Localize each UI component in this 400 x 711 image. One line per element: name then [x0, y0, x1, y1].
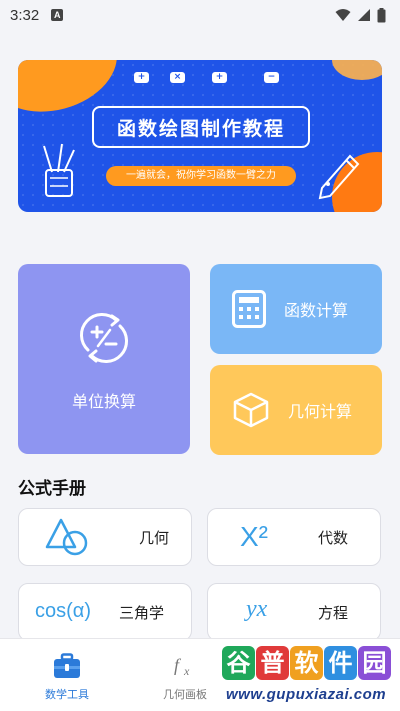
- nav-item-math-tools[interactable]: 数学工具: [22, 639, 112, 711]
- wifi-icon: [335, 9, 351, 21]
- formula-manual-title: 公式手册: [18, 479, 86, 499]
- formula-trigonometry-label: 三角学: [119, 603, 165, 622]
- tutorial-banner[interactable]: + × + − 函数绘图制作教程 一遍就会，祝你学习函数一臂之力: [18, 60, 382, 212]
- pencil-icon: [318, 154, 360, 200]
- site-watermark: 谷 普 软 件 园 www.gupuxiazai.com: [222, 646, 398, 708]
- formula-geometry-card[interactable]: 几何: [18, 508, 192, 566]
- function-calc-label: 函数计算: [284, 301, 349, 320]
- status-bar: 3:32 A: [0, 0, 400, 30]
- watermark-title: 谷 普 软 件 园: [222, 646, 391, 680]
- geometry-calc-card[interactable]: 几何计算: [210, 365, 382, 455]
- status-time: 3:32: [10, 6, 40, 24]
- pencil-cup-icon: [43, 143, 75, 197]
- equation-symbol: yx: [246, 596, 268, 622]
- svg-text:f: f: [174, 655, 182, 675]
- toolbox-icon: [54, 653, 80, 678]
- formula-algebra-label: 代数: [318, 528, 349, 547]
- plus-icon: +: [212, 72, 227, 83]
- watermark-char: 普: [256, 646, 289, 680]
- times-icon: ×: [170, 72, 185, 83]
- notification-badge: A: [51, 9, 64, 21]
- formula-geometry-label: 几何: [139, 528, 170, 547]
- function-fx-icon: f x: [174, 655, 190, 678]
- nav-item-geometry-board[interactable]: f x 几何画板: [140, 639, 230, 711]
- banner-subtitle: 一遍就会，祝你学习函数一臂之力: [106, 166, 296, 186]
- cube-icon: [233, 392, 269, 428]
- formula-algebra-card[interactable]: X² 代数: [207, 508, 381, 566]
- signal-icon: [358, 9, 370, 21]
- unit-conversion-label: 单位换算: [71, 392, 136, 411]
- formula-equation-label: 方程: [318, 603, 349, 622]
- svg-text:x: x: [183, 664, 190, 678]
- plus-icon: +: [134, 72, 149, 83]
- unit-conversion-card[interactable]: 单位换算: [18, 264, 190, 454]
- geometry-calc-label: 几何计算: [288, 402, 353, 421]
- calculator-icon: [232, 290, 266, 328]
- nav-label-geometry-board: 几何画板: [163, 688, 207, 701]
- formula-trigonometry-card[interactable]: cos(α) 三角学: [18, 583, 192, 641]
- watermark-char: 谷: [222, 646, 255, 680]
- formula-equation-card[interactable]: yx 方程: [207, 583, 381, 641]
- nav-label-math-tools: 数学工具: [45, 688, 89, 701]
- geometry-shapes-icon: [45, 518, 88, 556]
- watermark-char: 园: [358, 646, 391, 680]
- watermark-char: 软: [290, 646, 323, 680]
- battery-icon: [377, 7, 386, 22]
- algebra-symbol: X²: [240, 521, 268, 552]
- unit-conversion-icon: [80, 313, 128, 363]
- trigonometry-symbol: cos(α): [35, 600, 92, 622]
- banner-title-frame: 函数绘图制作教程: [92, 106, 310, 148]
- watermark-char: 件: [324, 646, 357, 680]
- function-calc-card[interactable]: 函数计算: [210, 264, 382, 354]
- watermark-url: www.gupuxiazai.com: [226, 686, 387, 703]
- minus-icon: −: [264, 72, 279, 83]
- status-icons: [335, 7, 386, 23]
- banner-title: 函数绘图制作教程: [116, 117, 285, 140]
